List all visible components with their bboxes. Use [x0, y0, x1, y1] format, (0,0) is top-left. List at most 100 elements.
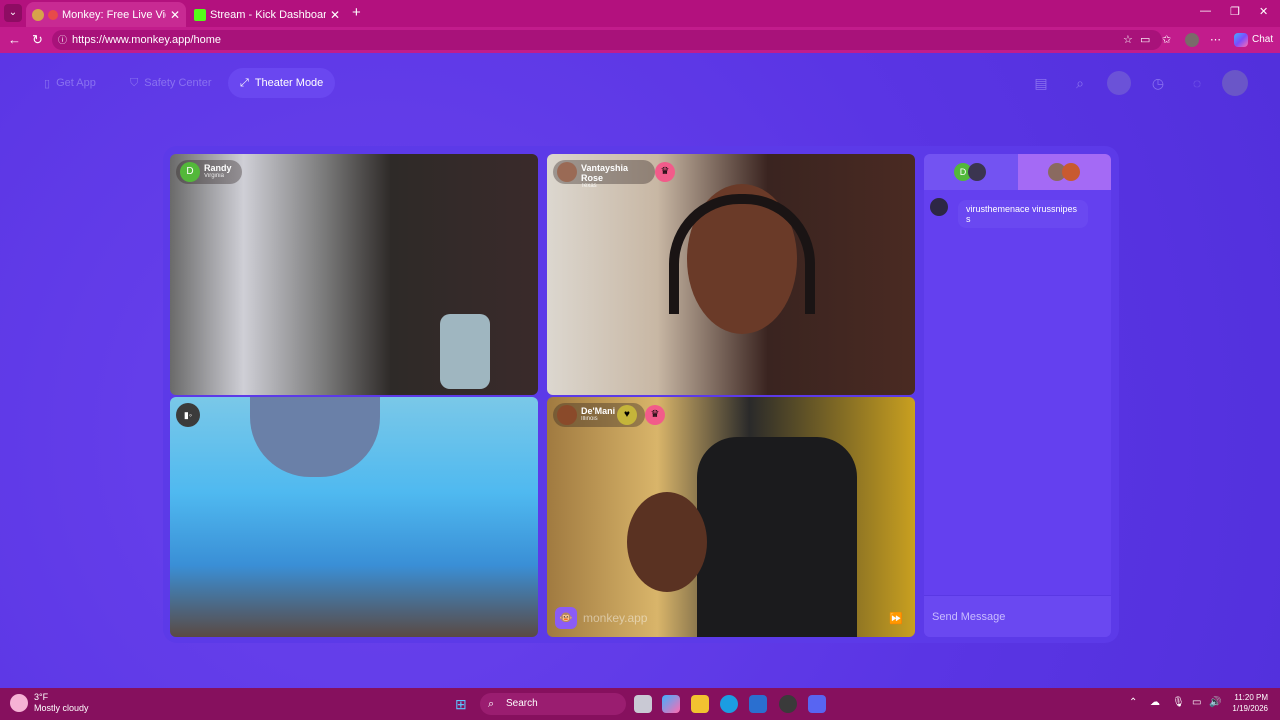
safety-center-button[interactable]: ⛉ Safety Center [118, 68, 224, 98]
screen-capture-icon[interactable]: ▭ [1140, 33, 1150, 46]
clock-date: 1/19/2026 [1232, 704, 1268, 713]
search-label: Search [506, 698, 538, 709]
monkey-logo-icon: 🐵 [555, 607, 577, 629]
shop-icon[interactable]: ▤ [1029, 71, 1053, 95]
copilot-icon [1234, 33, 1248, 47]
kick-favicon-icon [194, 8, 206, 21]
send-message-input[interactable]: Send Message [924, 595, 1111, 637]
chat-tab-group-1[interactable]: D [924, 154, 1018, 190]
system-clock[interactable]: 11:20 PM 1/19/2026 [1228, 692, 1268, 714]
video-bottle [440, 314, 490, 389]
more-menu-icon[interactable]: ⋯ [1210, 33, 1221, 46]
file-explorer-icon[interactable] [691, 695, 709, 713]
phone-icon: ▯ [44, 77, 51, 90]
profile-avatar-icon[interactable] [1185, 33, 1199, 47]
copilot-taskbar-icon[interactable] [662, 695, 680, 713]
tab-actions-chevron-icon[interactable]: ⌄ [4, 4, 22, 22]
clock-time: 11:20 PM [1234, 693, 1268, 702]
video-jacket [697, 437, 857, 637]
microphone-icon[interactable]: 🎙 [1172, 697, 1185, 708]
favorite-star-icon[interactable]: ☆ [1123, 33, 1133, 46]
monkey-favicon-icon [32, 8, 44, 21]
user-avatar[interactable] [1222, 70, 1248, 96]
expand-icon: ⤢ [240, 76, 249, 89]
refresh-icon[interactable]: ↻ [32, 32, 43, 48]
chat-avatar [968, 163, 986, 181]
temperature: 3°F [34, 692, 49, 702]
heart-badge-icon[interactable]: ♥ [617, 405, 637, 425]
gift-badge-icon[interactable]: ♛ [645, 405, 665, 425]
video-face [627, 492, 707, 592]
recording-icon [48, 9, 58, 20]
close-tab-icon[interactable]: ✕ [170, 8, 180, 22]
tray-chevron-icon[interactable]: ⌃ [1129, 697, 1137, 708]
message-text: virusthemenace virussnipes s [958, 200, 1088, 228]
search-icon[interactable]: ⌕ [1068, 71, 1092, 95]
favorites-icon[interactable]: ✩ [1162, 33, 1171, 46]
video-tile-vantayshia: Vantayshia Rose Texas ♛ [547, 154, 915, 395]
copilot-chat-button[interactable]: Chat [1232, 31, 1277, 49]
user-location: Virginia [204, 173, 224, 179]
chat-label: Chat [1252, 34, 1274, 45]
tab-kick[interactable]: Stream - Kick Dashboard ✕ [188, 2, 346, 27]
display-icon[interactable]: ▭ [1192, 697, 1201, 708]
theater-mode-label: Theater Mode [254, 77, 324, 89]
video-face [250, 397, 380, 477]
windows-start-icon[interactable]: ⊞ [455, 696, 471, 712]
user-avatar [557, 162, 577, 182]
discord-icon[interactable] [808, 695, 826, 713]
minimize-icon[interactable]: — [1200, 5, 1211, 17]
shield-icon: ⛉ [130, 76, 139, 89]
taskbar-search[interactable]: ⌕ Search [480, 693, 626, 715]
theater-mode-button[interactable]: ⤢ Theater Mode [228, 68, 336, 98]
weather-condition: Mostly cloudy [34, 703, 89, 713]
chat-tabs: D [924, 154, 1111, 190]
message-avatar [930, 198, 948, 216]
user-avatar-letter: D [180, 162, 200, 182]
video-tile-demani: De'Mani Illinois ♥ ♛ 🐵 monkey.app ⏩ [547, 397, 915, 637]
history-clock-icon[interactable]: ◷ [1146, 71, 1170, 95]
address-bar-row: ← ↻ ⓘ https://www.monkey.app/home ☆ ▭ ✩ … [0, 27, 1280, 53]
url-text: https://www.monkey.app/home [72, 34, 221, 46]
chat-tab-group-2[interactable] [1017, 154, 1111, 190]
edge-browser-icon[interactable] [720, 695, 738, 713]
close-window-icon[interactable]: ✕ [1259, 5, 1268, 18]
gift-badge-icon[interactable]: ♛ [655, 162, 675, 182]
onedrive-icon[interactable]: ☁ [1150, 697, 1160, 708]
messages-icon[interactable]: ◌ [1185, 71, 1209, 95]
close-tab-icon[interactable]: ✕ [330, 8, 340, 22]
watermark-text: monkey.app [583, 611, 648, 625]
user-location: Texas [581, 183, 597, 189]
user-name: Randy [204, 163, 232, 173]
camera-off-icon[interactable]: ▮◦ [176, 403, 200, 427]
weather-icon [10, 694, 28, 712]
tab-monkey[interactable]: Monkey: Free Live Video Chat ✕ [26, 2, 186, 27]
site-info-icon[interactable]: ⓘ [58, 30, 67, 50]
skip-forward-icon[interactable]: ⏩ [889, 612, 903, 625]
task-view-icon[interactable] [634, 695, 652, 713]
get-app-button[interactable]: ▯ Get App [32, 68, 108, 98]
safety-center-label: Safety Center [144, 77, 212, 89]
video-headphones [669, 194, 815, 314]
user-name: Vantayshia Rose [581, 163, 629, 183]
url-field[interactable]: ⓘ https://www.monkey.app/home [52, 30, 1162, 50]
windows-taskbar: 3°F Mostly cloudy ⊞ ⌕ Search ⌃ ☁ 🎙 ▭ 🔊 1… [0, 688, 1280, 720]
friends-icon[interactable] [1107, 71, 1131, 95]
user-tag[interactable]: D Randy Virginia [176, 160, 242, 184]
restore-icon[interactable]: ❐ [1230, 5, 1240, 18]
search-icon: ⌕ [488, 698, 495, 710]
monkey-watermark: 🐵 monkey.app [555, 607, 647, 629]
weather-widget[interactable]: 3°F Mostly cloudy [10, 692, 89, 714]
mail-icon[interactable] [749, 695, 767, 713]
user-tag[interactable]: Vantayshia Rose Texas [553, 160, 655, 189]
chat-avatar [1061, 163, 1080, 181]
new-tab-button[interactable]: + [352, 4, 361, 21]
tab-title: Stream - Kick Dashboard [210, 8, 326, 21]
browser-tab-bar: ⌄ Monkey: Free Live Video Chat ✕ Stream … [0, 0, 1280, 27]
volume-icon[interactable]: 🔊 [1209, 697, 1221, 708]
video-tile-randy: D Randy Virginia [170, 154, 538, 395]
chat-panel: D virusthemenace virussnipes s Send Mess… [924, 154, 1111, 637]
back-arrow-icon[interactable]: ← [8, 32, 21, 47]
obs-icon[interactable] [779, 695, 797, 713]
get-app-label: Get App [56, 77, 96, 89]
